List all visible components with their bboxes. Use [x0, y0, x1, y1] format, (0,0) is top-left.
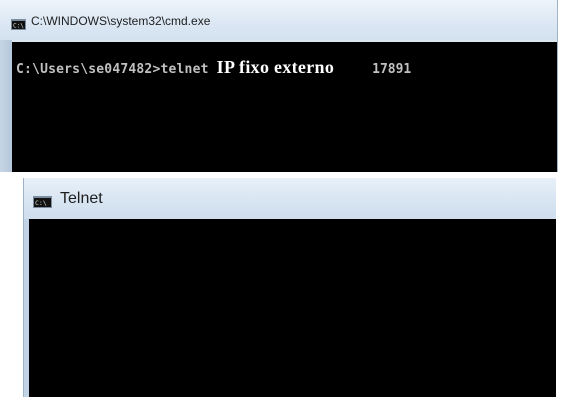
- telnet-window-title: Telnet: [60, 190, 103, 207]
- cmd-window-border: [0, 40, 12, 172]
- telnet-console[interactable]: [29, 219, 556, 397]
- svg-text:C:\: C:\: [35, 199, 47, 207]
- cmd-title-bar[interactable]: C:\ C:\WINDOWS\system32\cmd.exe: [0, 0, 557, 40]
- telnet-title-bar[interactable]: C:\ Telnet: [24, 178, 556, 219]
- cmd-icon: C:\: [33, 195, 52, 213]
- port-text: 17891: [372, 62, 412, 77]
- cmd-console[interactable]: C:\Users\se047482>telnet IP fixo externo 1…: [12, 42, 557, 172]
- telnet-window: C:\ Telnet: [23, 178, 556, 397]
- cmd-window-title: C:\WINDOWS\system32\cmd.exe: [31, 14, 211, 28]
- console-line: C:\Users\se047482>telnet IP fixo externo 1…: [16, 57, 411, 78]
- ip-placeholder-text: IP fixo externo: [216, 57, 335, 77]
- cmd-window: C:\ C:\WINDOWS\system32\cmd.exe C:\Users…: [0, 0, 558, 172]
- console-prompt: C:\Users\se047482>telnet: [16, 62, 209, 77]
- cmd-icon: C:\: [11, 17, 26, 35]
- svg-text:C:\: C:\: [13, 23, 24, 30]
